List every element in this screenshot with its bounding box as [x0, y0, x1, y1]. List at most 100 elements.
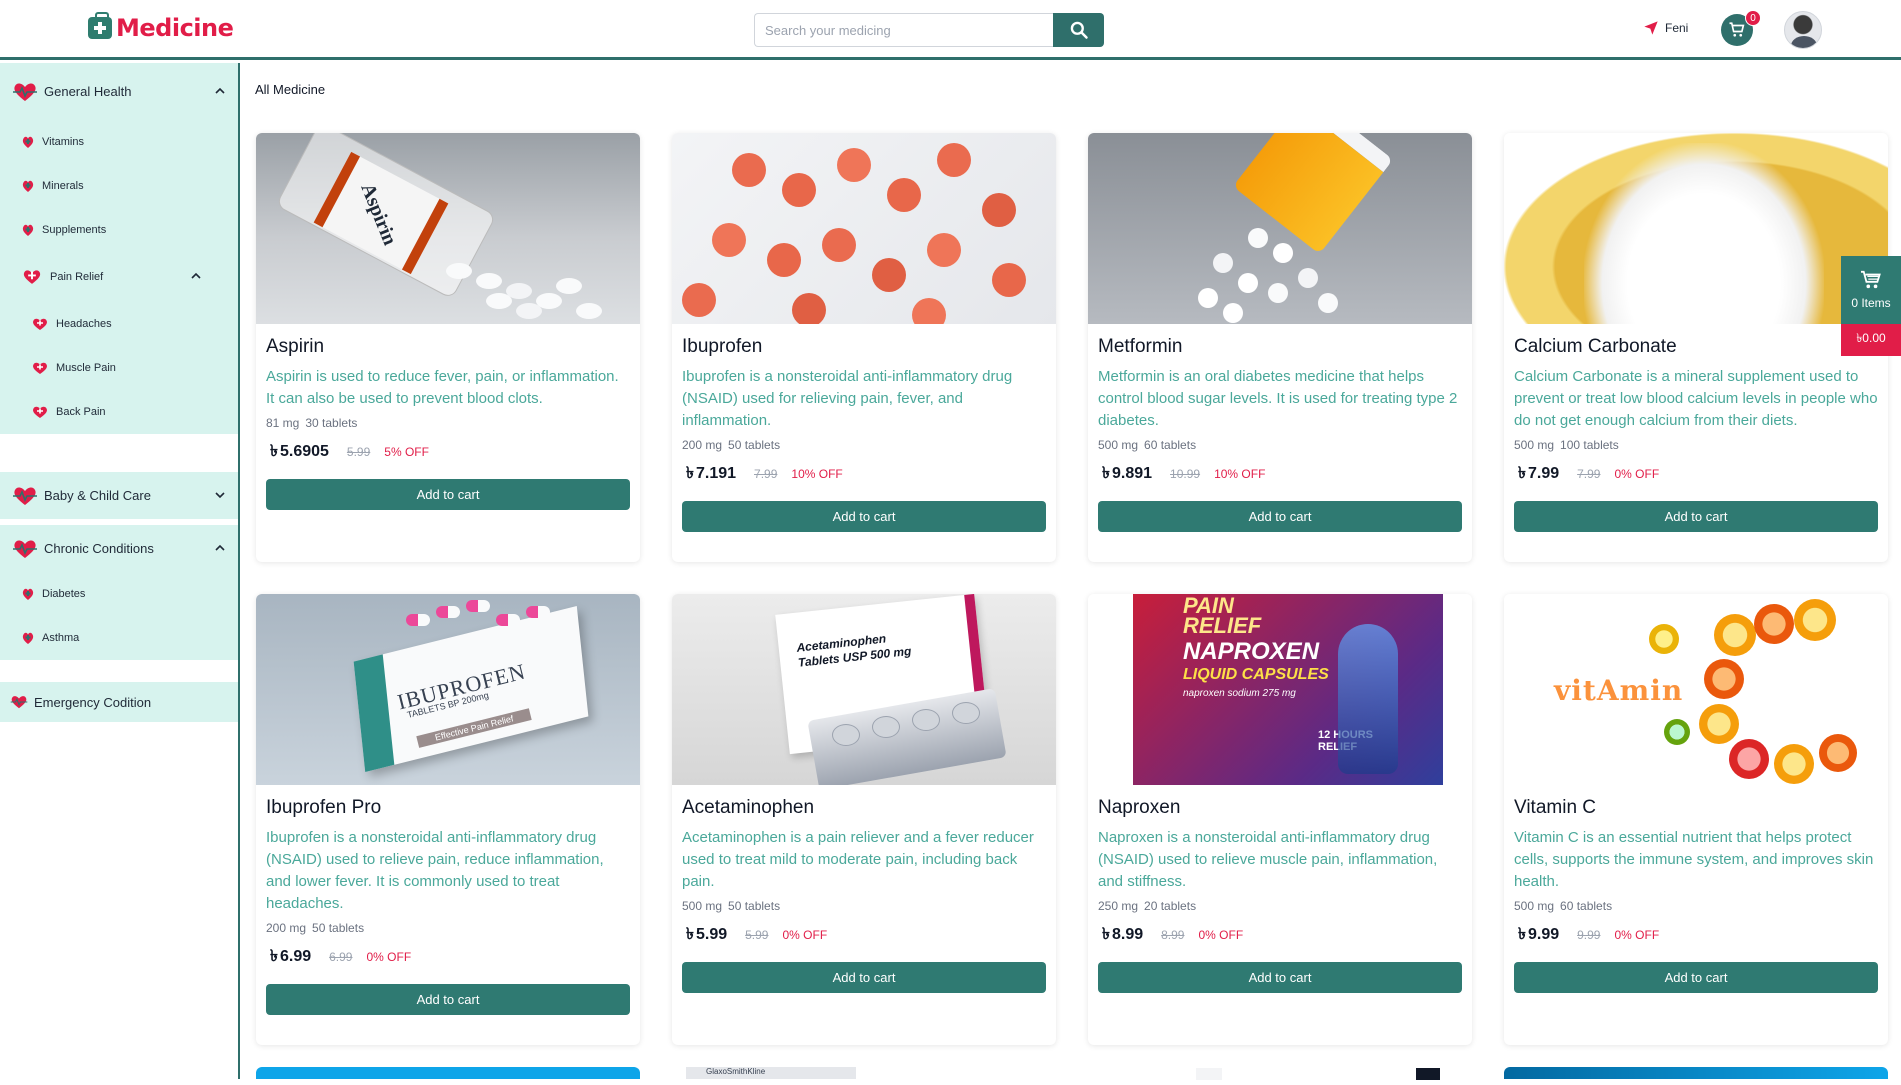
sidebar-label-emergency: Emergency Codition	[34, 694, 152, 710]
product-name[interactable]: Vitamin C	[1514, 797, 1878, 819]
user-avatar[interactable]	[1784, 11, 1822, 49]
sidebar-item-muscle-pain[interactable]: Muscle Pain	[22, 346, 238, 390]
sidebar-label-chronic-conditions: Chronic Conditions	[44, 541, 154, 556]
sidebar-label-general-health: General Health	[44, 84, 132, 99]
floating-cart-total: ৳0.00	[1841, 324, 1901, 356]
heart-pulse-icon	[10, 691, 28, 713]
product-card[interactable]: Acetaminophen Tablets USP 500 mg Acetami…	[672, 594, 1056, 1045]
product-image-naproxen[interactable]: PAIN RELIEF NAPROXEN LIQUID CAPSULES nap…	[1088, 594, 1472, 785]
floating-cart-widget[interactable]: 0 Items ৳0.00	[1841, 256, 1901, 356]
sidebar-head-emergency[interactable]: Emergency Codition	[0, 682, 238, 722]
brand-logo[interactable]: Medicine	[88, 12, 234, 42]
product-name[interactable]: Acetaminophen	[682, 797, 1046, 819]
product-strength: 500 mg	[1514, 899, 1555, 913]
product-card[interactable]: vitAmin Vitamin C Vitamin C is an essent…	[1504, 594, 1888, 1045]
sidebar-head-baby-child-care[interactable]: Baby & Child Care	[0, 472, 238, 519]
product-name[interactable]: Ibuprofen Pro	[266, 797, 630, 819]
sidebar-head-pain-relief[interactable]: Pain Relief	[22, 252, 238, 302]
product-pack: 60 tablets	[1560, 899, 1613, 913]
add-to-cart-button[interactable]: Add to cart	[682, 962, 1046, 993]
sidebar-label-diabetes: Diabetes	[42, 588, 86, 600]
product-description: Vitamin C is an essential nutrient that …	[1514, 829, 1874, 890]
cart-icon	[1729, 22, 1745, 37]
product-card-peek[interactable]: GlaxoSmithKline	[672, 1067, 1056, 1079]
currency-symbol: ৳	[270, 948, 278, 965]
product-image-calcium-carbonate[interactable]	[1504, 133, 1888, 324]
add-to-cart-button[interactable]: Add to cart	[266, 479, 630, 510]
chevron-up-icon[interactable]	[214, 85, 226, 97]
product-price: ৳ 7.191	[686, 460, 736, 487]
add-to-cart-button[interactable]: Add to cart	[1514, 501, 1878, 532]
sidebar-item-headaches[interactable]: Headaches	[22, 302, 238, 346]
product-card-peek[interactable]	[256, 1067, 640, 1079]
product-image-aspirin[interactable]: Aspirin	[256, 133, 640, 324]
product-pack: 30 tablets	[305, 416, 358, 430]
product-card[interactable]: PAIN RELIEF NAPROXEN LIQUID CAPSULES nap…	[1088, 594, 1472, 1045]
chevron-down-icon[interactable]	[214, 489, 226, 501]
sidebar-item-back-pain[interactable]: Back Pain	[22, 390, 238, 434]
price-row: ৳ 9.99 9.99 0% OFF	[1514, 921, 1878, 948]
product-card[interactable]: Metformin Metformin is an oral diabetes …	[1088, 133, 1472, 562]
product-strength: 500 mg	[1514, 438, 1555, 452]
product-description: Aspirin is used to reduce fever, pain, o…	[266, 368, 619, 407]
floating-cart-top[interactable]: 0 Items	[1841, 256, 1901, 324]
add-to-cart-button[interactable]: Add to cart	[266, 984, 630, 1015]
sidebar-label-baby-child-care: Baby & Child Care	[44, 488, 151, 503]
add-to-cart-button[interactable]: Add to cart	[682, 501, 1046, 532]
chevron-up-icon[interactable]	[190, 270, 202, 282]
price-row: ৳ 8.99 8.99 0% OFF	[1098, 921, 1462, 948]
product-image-vitamin-c[interactable]: vitAmin	[1504, 594, 1888, 785]
search-button[interactable]	[1053, 13, 1104, 47]
sidebar-item-supplements[interactable]: Supplements	[0, 208, 238, 252]
product-name[interactable]: Aspirin	[266, 336, 630, 358]
sidebar-head-chronic-conditions[interactable]: Chronic Conditions	[0, 525, 238, 572]
sidebar-item-diabetes[interactable]: Diabetes	[0, 572, 238, 616]
product-discount: 0% OFF	[366, 949, 412, 964]
currency-symbol: ৳	[270, 443, 278, 460]
chevron-up-icon[interactable]	[214, 542, 226, 554]
add-to-cart-button[interactable]: Add to cart	[1098, 501, 1462, 532]
product-discount: 0% OFF	[782, 927, 828, 942]
product-image-ibuprofen-pro[interactable]: IBUPROFEN TABLETS BP 200mg Effective Pai…	[256, 594, 640, 785]
sidebar-group-baby-child-care: Baby & Child Care	[0, 472, 238, 519]
product-card[interactable]: Calcium Carbonate Calcium Carbonate is a…	[1504, 133, 1888, 562]
product-discount: 10% OFF	[791, 466, 843, 481]
sidebar-item-minerals[interactable]: Minerals	[0, 164, 238, 208]
currency-symbol: ৳	[1518, 926, 1526, 943]
location-arrow-icon	[1644, 21, 1658, 35]
product-image-metformin[interactable]	[1088, 133, 1472, 324]
product-description: Ibuprofen is a nonsteroidal anti-inflamm…	[266, 829, 604, 912]
add-to-cart-button[interactable]: Add to cart	[1514, 962, 1878, 993]
product-price: ৳ 5.99	[686, 921, 727, 948]
product-name[interactable]: Ibuprofen	[682, 336, 1046, 358]
top-header: Medicine Feni 0	[0, 0, 1901, 60]
product-strength: 500 mg	[1098, 438, 1139, 452]
product-price: ৳ 7.99	[1518, 460, 1559, 487]
product-image-acetaminophen[interactable]: Acetaminophen Tablets USP 500 mg	[672, 594, 1056, 785]
product-card-peek[interactable]	[1088, 1067, 1472, 1080]
header-cart-button[interactable]: 0	[1721, 10, 1761, 46]
heart-pulse-icon	[12, 485, 38, 507]
product-image-ibuprofen[interactable]	[672, 133, 1056, 324]
add-to-cart-button[interactable]: Add to cart	[1098, 962, 1462, 993]
location-label: Feni	[1665, 21, 1689, 35]
product-card[interactable]: Ibuprofen Ibuprofen is a nonsteroidal an…	[672, 133, 1056, 562]
search-input[interactable]	[754, 13, 1053, 47]
product-card[interactable]: IBUPROFEN TABLETS BP 200mg Effective Pai…	[256, 594, 640, 1045]
sidebar-head-general-health[interactable]: General Health	[0, 63, 238, 120]
product-pack: 50 tablets	[728, 899, 781, 913]
currency-symbol: ৳	[686, 926, 694, 943]
product-card[interactable]: Aspirin Aspirin Aspirin is used to reduc…	[256, 133, 640, 562]
product-description: Calcium Carbonate is a mineral supplemen…	[1514, 368, 1878, 429]
product-name[interactable]: Calcium Carbonate	[1514, 336, 1878, 358]
heart-pulse-icon	[12, 81, 38, 103]
product-card-peek[interactable]	[1504, 1067, 1888, 1079]
sidebar-item-asthma[interactable]: Asthma	[0, 616, 238, 660]
product-meta: 500 mg 50 tablets	[682, 899, 1046, 913]
location-selector[interactable]: Feni	[1643, 20, 1688, 36]
product-pack: 50 tablets	[728, 438, 781, 452]
product-name[interactable]: Metformin	[1098, 336, 1462, 358]
naproxen-dose-label: naproxen sodium 275 mg	[1183, 688, 1296, 699]
product-name[interactable]: Naproxen	[1098, 797, 1462, 819]
sidebar-item-vitamins[interactable]: Vitamins	[0, 120, 238, 164]
